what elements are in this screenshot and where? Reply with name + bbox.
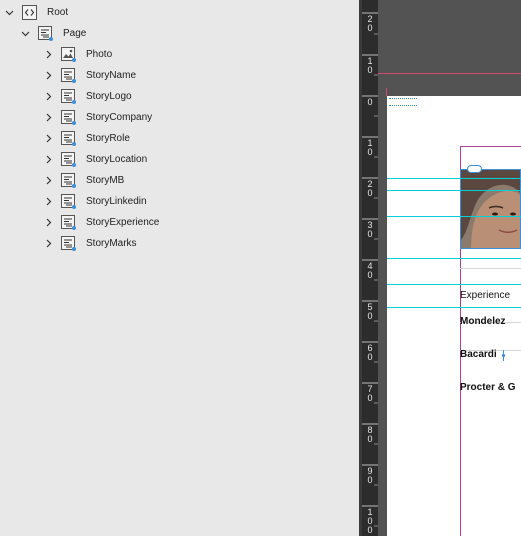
tree-label-storylogo: StoryLogo <box>86 91 132 102</box>
chevron-right-icon[interactable] <box>43 134 53 144</box>
chevron-right-icon[interactable] <box>43 71 53 81</box>
tree-row-photo[interactable]: Photo <box>43 44 112 65</box>
tree-row-page[interactable]: Page <box>20 23 86 44</box>
ruler-label: 30 <box>367 220 373 239</box>
ruler-label: 40 <box>367 261 373 280</box>
text-cursor-icon <box>501 348 506 361</box>
ruler-label: 100 <box>367 507 373 535</box>
text-frame-edge <box>460 268 521 269</box>
margin-guide <box>460 146 521 147</box>
ruler-label: 10 <box>367 138 373 157</box>
story-element-icon <box>61 68 76 83</box>
experience-heading[interactable]: Experience <box>460 290 510 301</box>
photo-frame[interactable] <box>460 169 521 249</box>
experience-item[interactable]: Mondelez <box>460 316 506 327</box>
tree-label-storymarks: StoryMarks <box>86 238 137 249</box>
tree-row-storylinkedin[interactable]: StoryLinkedin <box>43 191 147 212</box>
tree-label-storycompany: StoryCompany <box>86 112 153 123</box>
ruler-label: 20 <box>367 14 373 33</box>
chevron-right-icon[interactable] <box>43 155 53 165</box>
document-canvas[interactable]: Experience Mondelez Bacardi Procter & G <box>378 0 521 536</box>
tree-label-storyexperience: StoryExperience <box>86 217 160 228</box>
structure-panel: Root Page Photo StoryName StoryLogo Stor… <box>0 0 359 536</box>
ruler-label: 50 <box>367 302 373 321</box>
ruler-guide[interactable] <box>387 190 521 191</box>
tree-row-storyrole[interactable]: StoryRole <box>43 128 130 149</box>
ruler-label: 20 <box>367 179 373 198</box>
chevron-right-icon[interactable] <box>43 50 53 60</box>
document-page[interactable]: Experience Mondelez Bacardi Procter & G <box>387 96 521 536</box>
tree-label-storylocation: StoryLocation <box>86 154 148 165</box>
story-element-icon <box>61 236 76 251</box>
ruler-label: 70 <box>367 384 373 403</box>
frame-marker <box>389 98 417 106</box>
image-element-icon <box>61 47 76 62</box>
tree-row-storylocation[interactable]: StoryLocation <box>43 149 147 170</box>
ruler-label: 90 <box>367 466 373 485</box>
story-element-icon <box>61 89 76 104</box>
bleed-guide <box>386 88 387 96</box>
ruler-guide[interactable] <box>387 307 521 308</box>
chevron-down-icon[interactable] <box>20 29 30 39</box>
link-icon[interactable] <box>467 165 482 173</box>
story-element-icon <box>61 152 76 167</box>
chevron-right-icon[interactable] <box>43 218 53 228</box>
ruler-guide[interactable] <box>387 284 521 285</box>
story-element-icon <box>61 215 76 230</box>
tree-label-photo: Photo <box>86 49 113 60</box>
tree-label-storyname: StoryName <box>86 70 137 81</box>
ruler-guide[interactable] <box>387 258 521 259</box>
pasteboard <box>378 0 521 96</box>
ruler-label: 60 <box>367 343 373 362</box>
tree-row-storyexperience[interactable]: StoryExperience <box>43 212 159 233</box>
story-element-icon <box>61 131 76 146</box>
portrait-image <box>461 170 520 248</box>
tree-label-storylinkedin: StoryLinkedin <box>86 196 147 207</box>
chevron-right-icon[interactable] <box>43 92 53 102</box>
tree-row-storyname[interactable]: StoryName <box>43 65 136 86</box>
story-element-icon <box>38 26 53 41</box>
chevron-down-icon[interactable] <box>4 8 14 18</box>
tree-row-storymarks[interactable]: StoryMarks <box>43 233 137 254</box>
ruler-guide[interactable] <box>387 178 521 179</box>
code-tag-icon <box>22 5 37 20</box>
tree-label-page: Page <box>63 28 87 39</box>
experience-item[interactable]: Procter & G <box>460 382 516 393</box>
chevron-right-icon[interactable] <box>43 113 53 123</box>
chevron-right-icon[interactable] <box>43 176 53 186</box>
tree-row-root[interactable]: Root <box>4 2 68 23</box>
ruler-label: 80 <box>367 425 373 444</box>
tree-label-storymb: StoryMB <box>86 175 125 186</box>
tree-row-storycompany[interactable]: StoryCompany <box>43 107 152 128</box>
chevron-right-icon[interactable] <box>43 239 53 249</box>
experience-item[interactable]: Bacardi <box>460 349 497 360</box>
tree-label-storyrole: StoryRole <box>86 133 130 144</box>
ruler-guide[interactable] <box>387 216 521 217</box>
chevron-right-icon[interactable] <box>43 197 53 207</box>
ruler-label: 0 <box>367 97 373 107</box>
tree-label-root: Root <box>47 7 69 18</box>
story-element-icon <box>61 173 76 188</box>
story-element-icon <box>61 194 76 209</box>
tree-row-storylogo[interactable]: StoryLogo <box>43 86 132 107</box>
vertical-ruler[interactable]: 20 10 0 10 20 30 40 50 60 70 80 90 100 <box>362 0 378 536</box>
story-element-icon <box>61 110 76 125</box>
bleed-guide <box>378 73 521 74</box>
ruler-label: 10 <box>367 56 373 75</box>
tree-row-storymb[interactable]: StoryMB <box>43 170 124 191</box>
